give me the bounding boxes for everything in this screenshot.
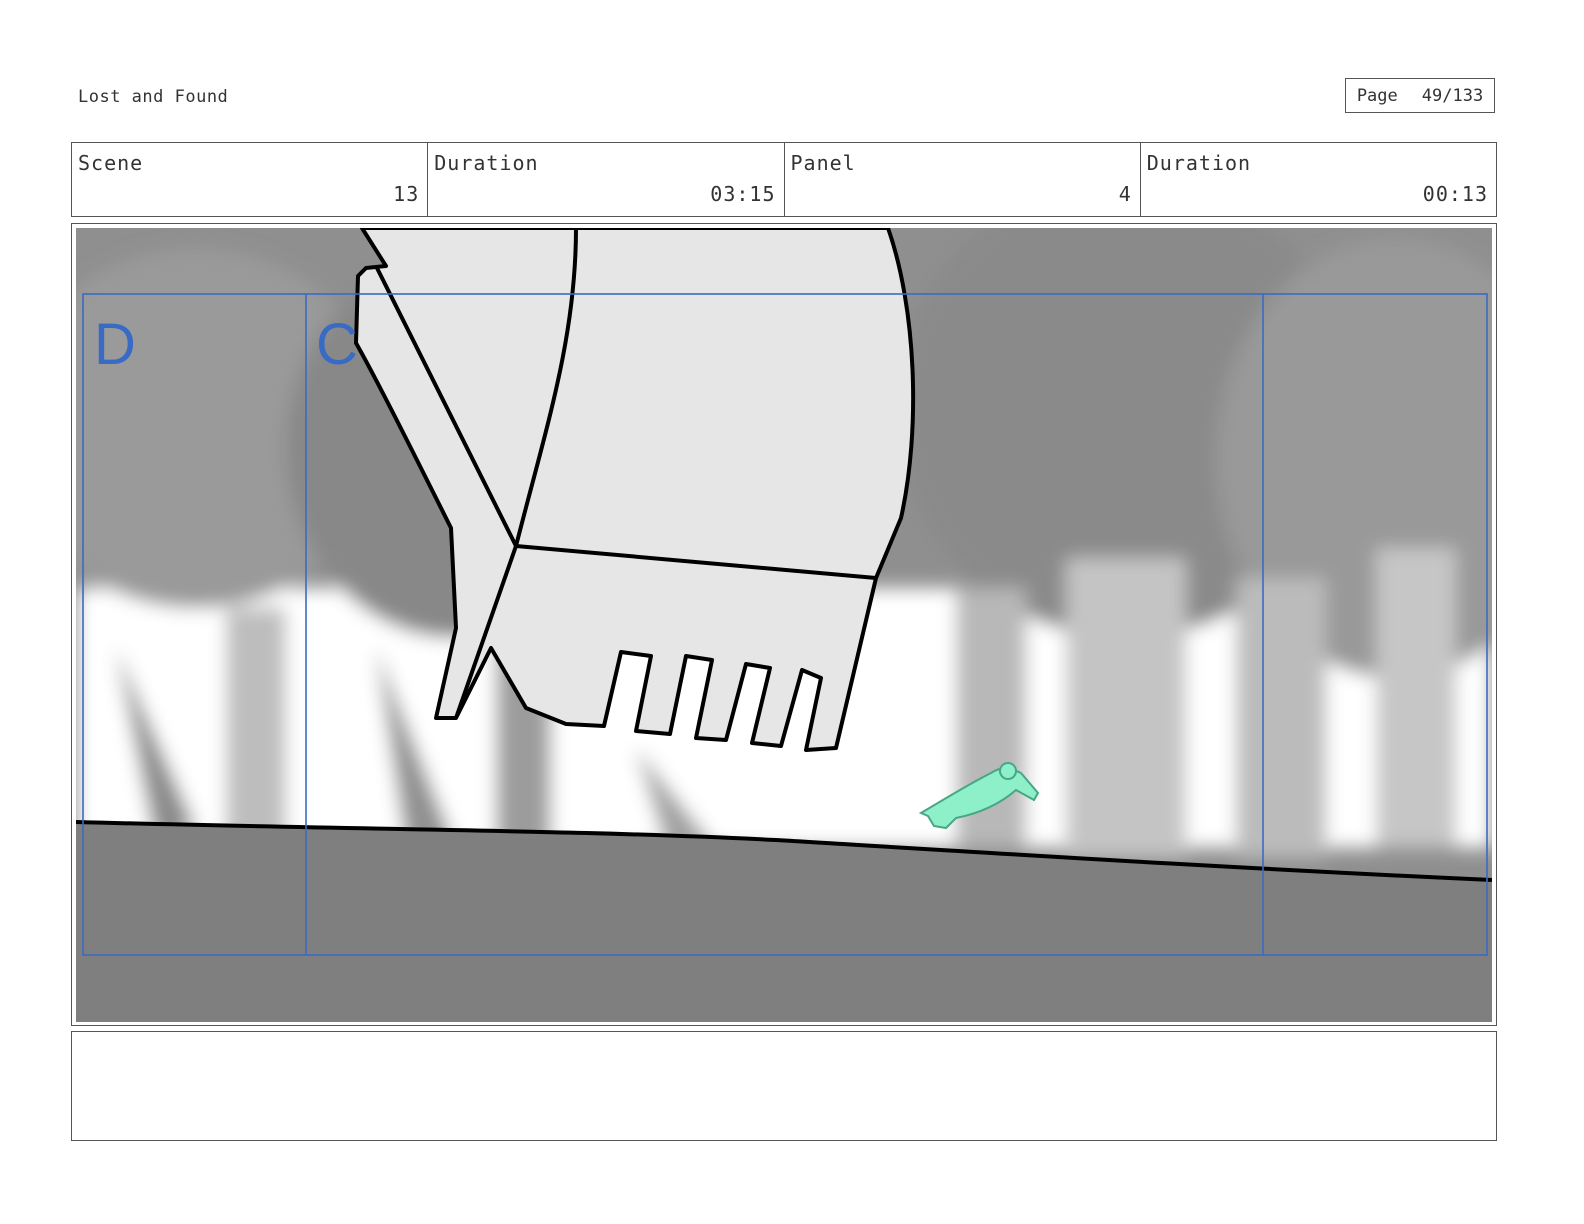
scene-value: 13 bbox=[393, 182, 420, 206]
page-label: Page bbox=[1356, 85, 1398, 106]
panel-duration-value: 00:13 bbox=[1422, 182, 1488, 206]
scene-duration-value: 03:15 bbox=[710, 182, 776, 206]
panel-value: 4 bbox=[1118, 182, 1132, 206]
scene-cell: Scene 13 bbox=[72, 143, 429, 216]
page-number: 49/133 bbox=[1421, 85, 1484, 106]
panel-frame: D C bbox=[71, 223, 1497, 1026]
scene-duration-label: Duration bbox=[434, 151, 539, 175]
project-title: Lost and Found bbox=[78, 87, 229, 107]
field-guide-label-c: C bbox=[316, 312, 358, 377]
scene-duration-cell: Duration 03:15 bbox=[428, 143, 785, 216]
panel-artwork: D C bbox=[76, 228, 1492, 1022]
scene-label: Scene bbox=[78, 151, 144, 175]
field-guide-label-d: D bbox=[94, 312, 136, 377]
page-indicator: Page 49/133 bbox=[1345, 78, 1495, 113]
panel-label: Panel bbox=[790, 151, 856, 175]
panel-duration-cell: Duration 00:13 bbox=[1141, 143, 1496, 216]
panel-cell: Panel 4 bbox=[785, 143, 1141, 216]
caption-box[interactable] bbox=[71, 1031, 1497, 1141]
info-table: Scene 13 Duration 03:15 Panel 4 Duration… bbox=[71, 142, 1497, 217]
panel-duration-label: Duration bbox=[1146, 151, 1252, 175]
